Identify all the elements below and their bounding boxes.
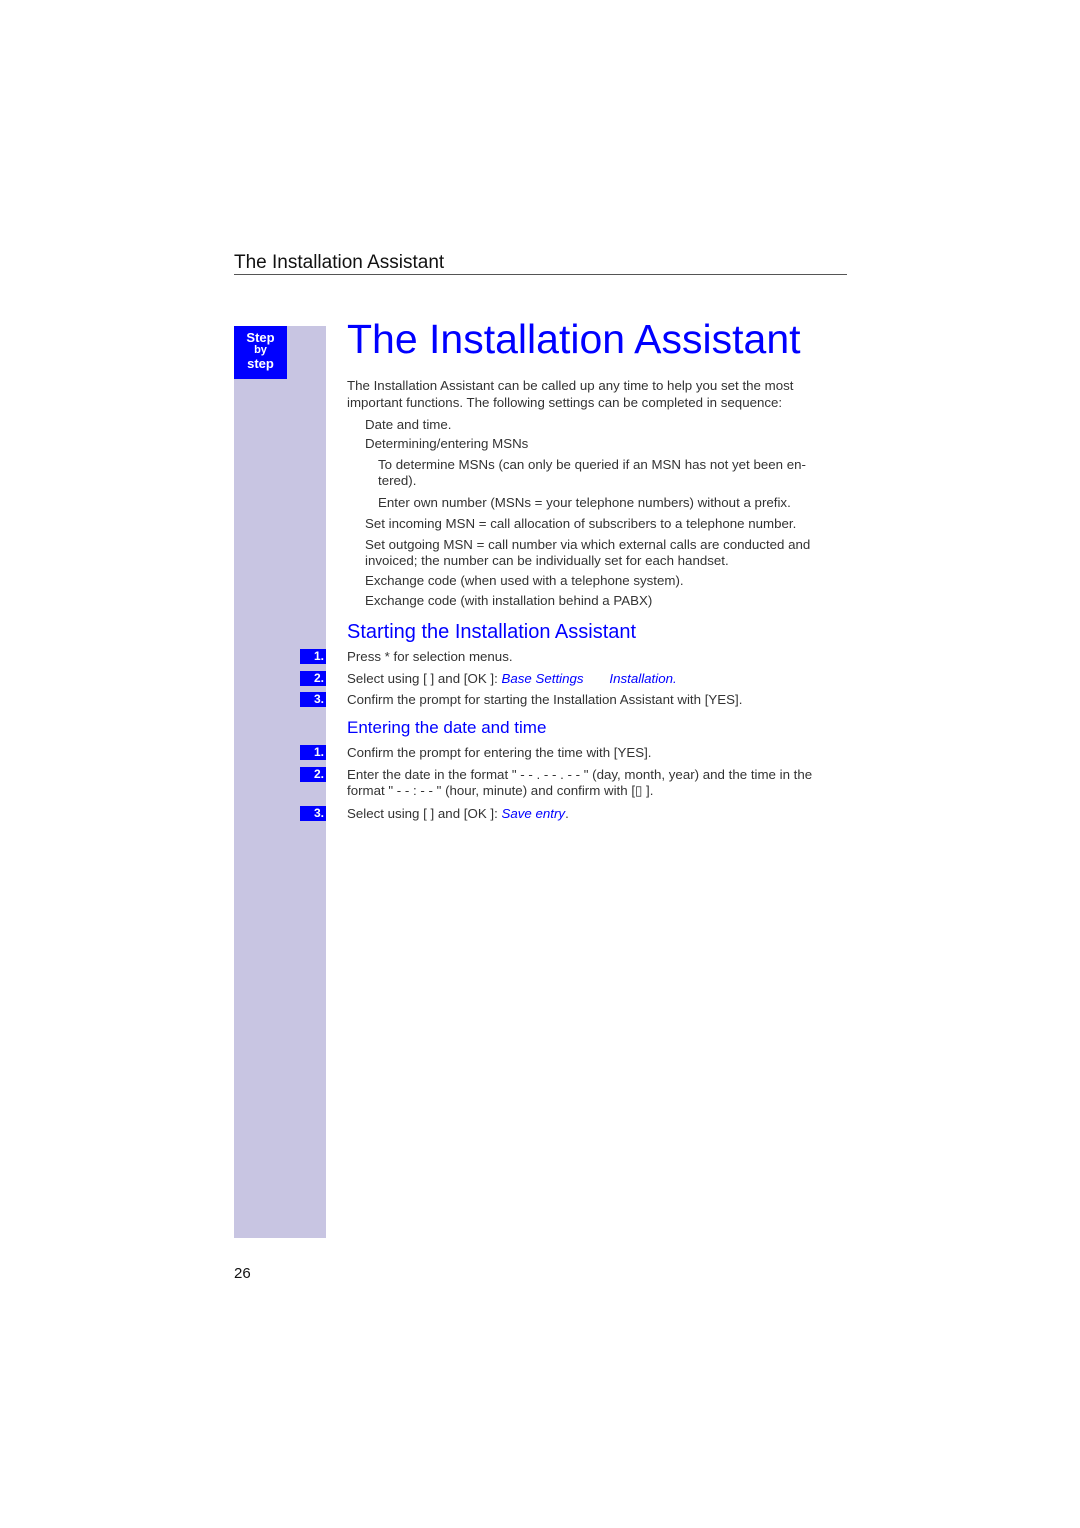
setting-subitem: Enter own number (MSNs = your telephone … bbox=[378, 495, 791, 510]
intro-line-2: important functions. The following setti… bbox=[347, 395, 783, 410]
badge-line-1: Step bbox=[246, 330, 275, 345]
page-number: 26 bbox=[234, 1265, 251, 1282]
badge-line-3: step bbox=[247, 356, 274, 371]
running-header: The Installation Assistant bbox=[234, 252, 445, 273]
step-number: 3. bbox=[300, 692, 326, 707]
step-text-suffix: . bbox=[565, 806, 569, 821]
section-heading-start: Starting the Installation Assistant bbox=[347, 621, 637, 643]
menu-link-installation[interactable]: Installation. bbox=[609, 671, 676, 686]
step-text: Confirm the prompt for entering the time… bbox=[347, 745, 652, 760]
step-sidebar bbox=[234, 326, 326, 1238]
step-text: Enter the date in the format " - - . - -… bbox=[347, 767, 813, 782]
step-number: 1. bbox=[300, 745, 326, 760]
step-number: 2. bbox=[300, 671, 326, 686]
menu-link-base-settings[interactable]: Base Settings bbox=[501, 671, 583, 686]
step-by-step-badge: Step by step bbox=[234, 326, 287, 379]
setting-item: Date and time. bbox=[365, 417, 452, 432]
setting-item: Set incoming MSN = call allocation of su… bbox=[365, 516, 797, 531]
setting-item: Exchange code (when used with a telephon… bbox=[365, 573, 684, 588]
step-number: 3. bbox=[300, 806, 326, 821]
setting-item: Set outgoing MSN = call number via which… bbox=[365, 537, 811, 552]
header-rule bbox=[234, 274, 847, 275]
setting-item-cont: invoiced; the number can be individually… bbox=[365, 553, 729, 568]
step-text-prefix: Select using [ ] and [OK ]: bbox=[347, 806, 502, 821]
badge-line-2: by bbox=[254, 344, 267, 356]
page-title: The Installation Assistant bbox=[347, 316, 801, 362]
step-number: 2. bbox=[300, 767, 326, 782]
step-text: Select using [ ] and [OK ]: Base Setting… bbox=[347, 670, 677, 687]
setting-subitem: To determine MSNs (can only be queried i… bbox=[378, 457, 806, 472]
step-text-prefix: Select using [ ] and [OK ]: bbox=[347, 671, 502, 686]
setting-item: Determining/entering MSNs bbox=[365, 436, 529, 451]
step-text-cont: format " - - : - - " (hour, minute) and … bbox=[347, 783, 654, 798]
step-number: 1. bbox=[300, 649, 326, 664]
step-text: Select using [ ] and [OK ]: Save entry. bbox=[347, 805, 569, 822]
setting-subitem-cont: tered). bbox=[378, 473, 417, 488]
step-text: Confirm the prompt for starting the Inst… bbox=[347, 692, 743, 707]
step-text: Press * for selection menus. bbox=[347, 649, 513, 664]
menu-link-save-entry[interactable]: Save entry bbox=[501, 806, 565, 821]
intro-line-1: The Installation Assistant can be called… bbox=[347, 378, 794, 393]
section-heading-date: Entering the date and time bbox=[347, 718, 547, 737]
setting-item: Exchange code (with installation behind … bbox=[365, 593, 653, 608]
